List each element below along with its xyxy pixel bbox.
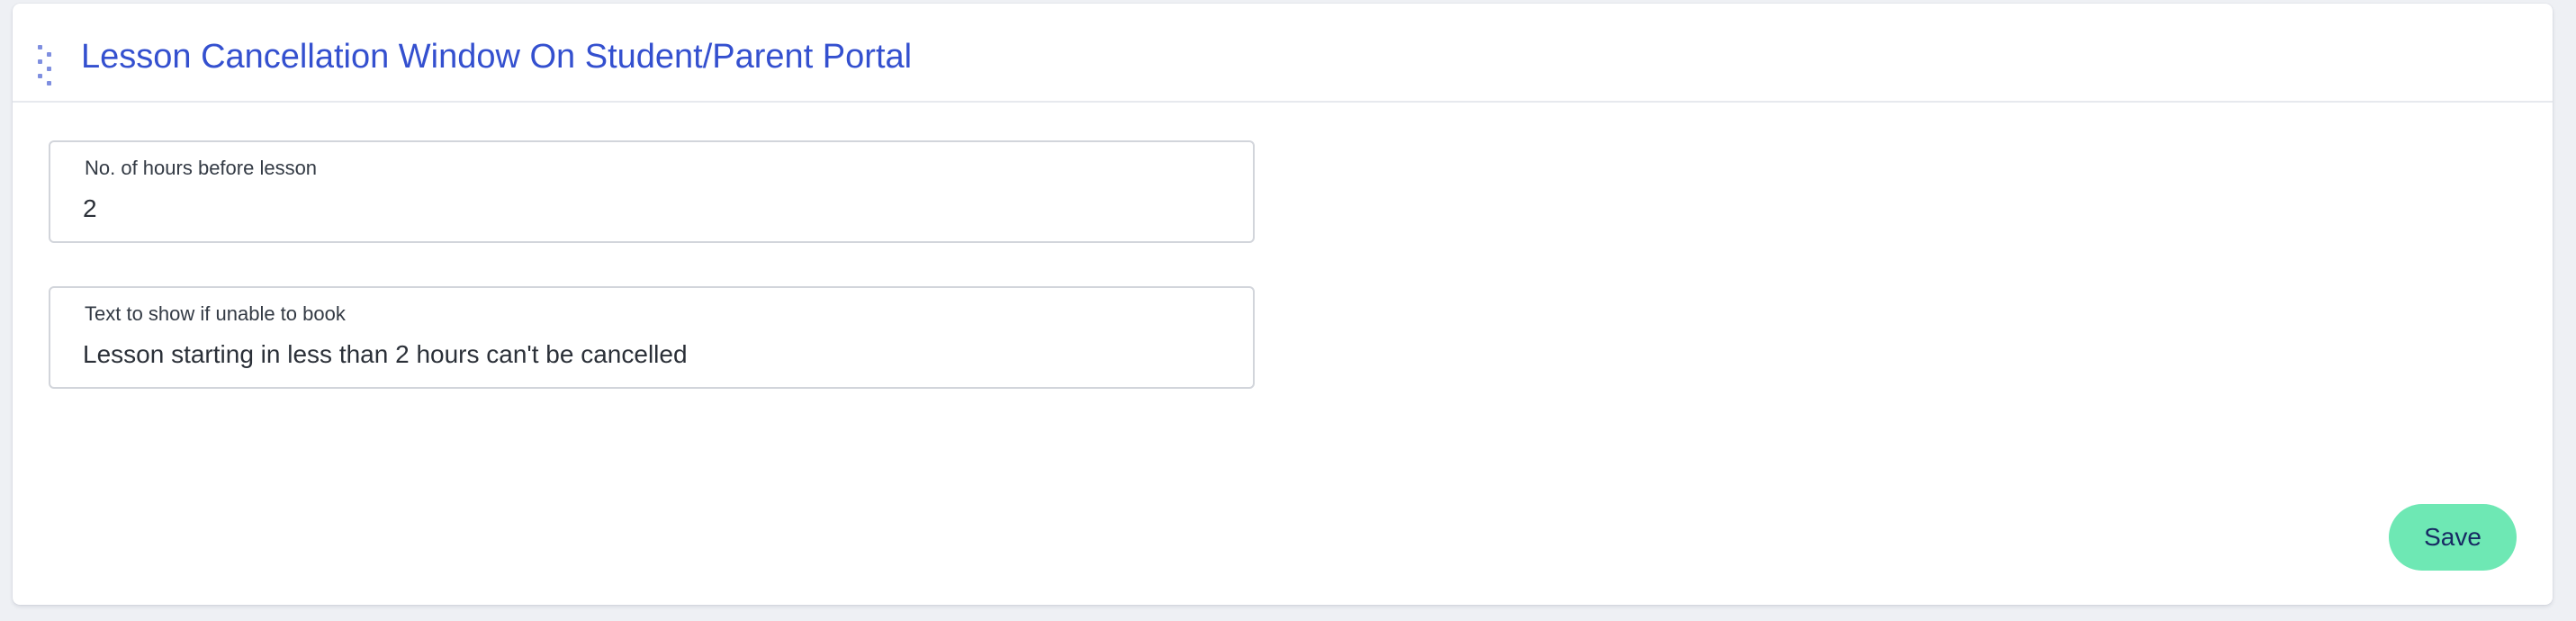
card-header: Lesson Cancellation Window On Student/Pa…: [13, 4, 2553, 103]
unable-to-book-text-label: Text to show if unable to book: [85, 302, 346, 325]
settings-card: Lesson Cancellation Window On Student/Pa…: [13, 4, 2553, 605]
save-button[interactable]: Save: [2389, 504, 2517, 571]
hours-before-lesson-input[interactable]: [81, 189, 1217, 229]
drag-handle-icon[interactable]: [38, 45, 59, 86]
unable-to-book-text-input[interactable]: [81, 335, 1217, 374]
card-title: Lesson Cancellation Window On Student/Pa…: [81, 38, 913, 76]
hours-before-lesson-field[interactable]: No. of hours before lesson: [49, 140, 1255, 243]
hours-before-lesson-label: No. of hours before lesson: [85, 157, 318, 179]
unable-to-book-text-field[interactable]: Text to show if unable to book: [49, 286, 1255, 389]
